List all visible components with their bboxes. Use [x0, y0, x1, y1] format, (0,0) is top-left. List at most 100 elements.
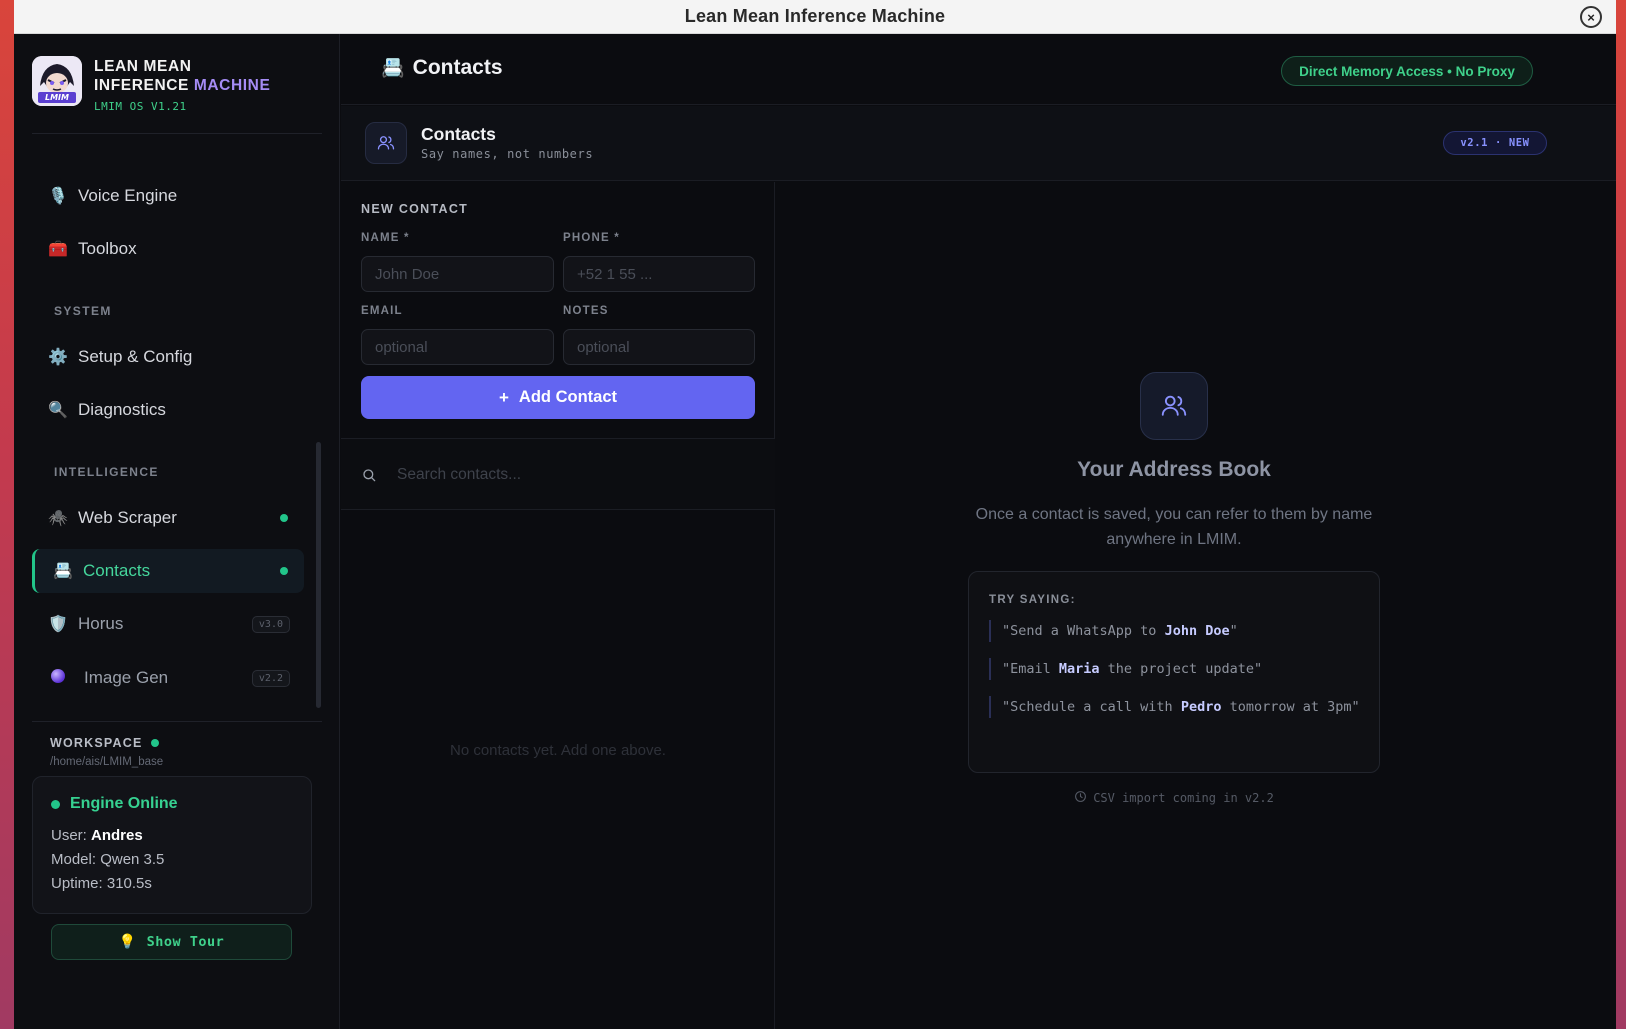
notes-label: NOTES — [563, 305, 609, 317]
show-tour-label: Show Tour — [146, 934, 225, 950]
example-text: "Schedule a call with — [1002, 699, 1181, 715]
contact-card-icon: 📇 — [53, 563, 73, 580]
sidebar: LMIM LEAN MEAN INFERENCE MACHINE LMIM OS… — [14, 34, 340, 1029]
engine-status-card: Engine Online User: Andres Model: Qwen 3… — [32, 776, 312, 914]
example-text: "Send a WhatsApp to — [1002, 623, 1165, 639]
try-saying-card: TRY SAYING: "Send a WhatsApp to John Doe… — [968, 571, 1380, 773]
gear-icon: ⚙️ — [48, 349, 68, 366]
microphone-icon: 🎙️ — [48, 188, 68, 205]
close-icon[interactable]: × — [1580, 6, 1602, 28]
contact-card-icon: 📇 — [381, 58, 405, 79]
sidebar-item-label: Contacts — [83, 561, 151, 580]
engine-status-text: Engine Online — [70, 795, 178, 812]
engine-user-label: User: — [51, 827, 92, 844]
notes-field[interactable] — [563, 329, 755, 365]
example-text: " — [1229, 623, 1238, 639]
form-title: NEW CONTACT — [361, 202, 469, 216]
sidebar-item-voice-engine[interactable]: 🎙️ Voice Engine — [32, 174, 304, 218]
sidebar-item-toolbox[interactable]: 🧰 Toolbox — [32, 227, 304, 271]
engine-uptime: Uptime: 310.5s — [51, 875, 152, 892]
toolbox-icon: 🧰 — [48, 241, 68, 258]
sidebar-item-label: Horus — [78, 614, 124, 633]
contact-form-panel: NEW CONTACT NAME * PHONE * EMAIL NOTES +… — [341, 182, 775, 1029]
magnifier-icon: 🔍 — [48, 402, 68, 419]
plus-icon: + — [498, 387, 509, 407]
lightbulb-icon: 💡 — [118, 934, 137, 950]
engine-model: Model: Qwen 3.5 — [51, 851, 165, 868]
example-text: "Email — [1002, 661, 1059, 677]
sidebar-item-horus[interactable]: 🛡️ Horus v3.0 — [32, 602, 304, 646]
show-tour-button[interactable]: 💡 Show Tour — [51, 924, 292, 960]
sidebar-item-label: Toolbox — [78, 239, 137, 258]
divider — [32, 133, 322, 134]
phone-field[interactable] — [563, 256, 755, 292]
module-tagline: Say names, not numbers — [421, 147, 594, 161]
brand-name-accent: MACHINE — [193, 77, 271, 94]
sidebar-scrollbar[interactable] — [316, 442, 321, 708]
phone-label: PHONE * — [563, 232, 620, 244]
title-bar: Lean Mean Inference Machine × — [14, 0, 1616, 34]
clock-icon — [1074, 790, 1087, 806]
sidebar-item-label: Web Scraper — [78, 508, 177, 527]
workspace-path: /home/ais/LMIM_base — [50, 756, 164, 768]
sidebar-item-label: Setup & Config — [78, 347, 193, 366]
email-label: EMAIL — [361, 305, 403, 317]
empty-list-message: No contacts yet. Add one above. — [450, 742, 666, 759]
sidebar-item-label: Voice Engine — [78, 186, 178, 205]
module-header: Contacts Say names, not numbers v2.1 · N… — [341, 106, 1616, 181]
app-window: Lean Mean Inference Machine × LMIM LEAN … — [14, 0, 1616, 1029]
brand-name-line1: LEAN MEAN — [94, 58, 192, 75]
window-title: Lean Mean Inference Machine — [684, 6, 946, 26]
logo-text: LMIM — [45, 93, 69, 102]
users-icon — [365, 122, 407, 164]
sidebar-item-web-scraper[interactable]: 🕷️ Web Scraper — [32, 496, 304, 540]
name-label: NAME * — [361, 232, 410, 244]
sidebar-item-contacts[interactable]: 📇 Contacts — [32, 549, 304, 593]
shield-icon: 🛡️ — [48, 616, 68, 633]
email-field[interactable] — [361, 329, 554, 365]
users-icon — [1140, 372, 1208, 440]
example-text: tomorrow at 3pm" — [1221, 699, 1360, 715]
example-phrase: "Send a WhatsApp to John Doe" — [989, 620, 1361, 642]
status-dot — [150, 739, 159, 747]
main-header: 📇 Contacts Direct Memory Access • No Pro… — [341, 34, 1616, 105]
try-saying-label: TRY SAYING: — [989, 594, 1076, 606]
sidebar-item-label: Diagnostics — [78, 400, 166, 419]
address-book-description: Once a contact is saved, you can refer t… — [975, 506, 1373, 548]
brand-name-line2: INFERENCE — [94, 77, 194, 94]
status-dot — [280, 514, 288, 522]
brand-version: LMIM OS V1.21 — [94, 100, 187, 113]
example-contact-name: Pedro — [1180, 699, 1222, 715]
logo: LMIM — [32, 56, 82, 106]
engine-user-value: Andres — [91, 827, 143, 844]
example-phrase: "Schedule a call with Pedro tomorrow at … — [989, 696, 1361, 718]
search-bar — [341, 438, 775, 510]
address-book-panel: Your Address Book Once a contact is save… — [776, 182, 1616, 1029]
add-contact-label: Add Contact — [518, 388, 617, 406]
status-dot — [280, 567, 288, 575]
example-phrase: "Email Maria the project update" — [989, 658, 1361, 680]
sidebar-item-image-gen[interactable]: Image Gen v2.2 — [32, 656, 304, 700]
workspace-label-text: WORKSPACE — [50, 736, 143, 750]
page-title: 📇 Contacts — [381, 56, 503, 80]
sidebar-item-setup-config[interactable]: ⚙️ Setup & Config — [32, 335, 304, 379]
brand: LMIM LEAN MEAN INFERENCE MACHINE LMIM OS… — [32, 56, 270, 113]
version-badge: v2.2 — [251, 669, 290, 687]
example-contact-name: Maria — [1058, 661, 1100, 677]
sidebar-item-label: Image Gen — [84, 668, 169, 687]
section-label-system: SYSTEM — [54, 304, 112, 318]
add-contact-button[interactable]: + Add Contact — [361, 376, 755, 419]
name-field[interactable] — [361, 256, 554, 292]
divider — [32, 721, 322, 722]
page-title-text: Contacts — [412, 56, 503, 79]
sidebar-item-diagnostics[interactable]: 🔍 Diagnostics — [32, 388, 304, 432]
search-input[interactable] — [397, 459, 757, 491]
engine-user: User: Andres — [51, 827, 293, 844]
example-contact-name: John Doe — [1164, 623, 1230, 639]
csv-import-note: CSV import coming in v2.2 — [776, 790, 1572, 806]
search-icon — [361, 467, 377, 488]
section-label-intelligence: INTELLIGENCE — [54, 465, 159, 479]
example-text: the project update" — [1099, 661, 1263, 677]
version-badge: v2.1 · NEW — [1443, 131, 1547, 155]
direct-memory-badge: Direct Memory Access • No Proxy — [1281, 56, 1533, 86]
